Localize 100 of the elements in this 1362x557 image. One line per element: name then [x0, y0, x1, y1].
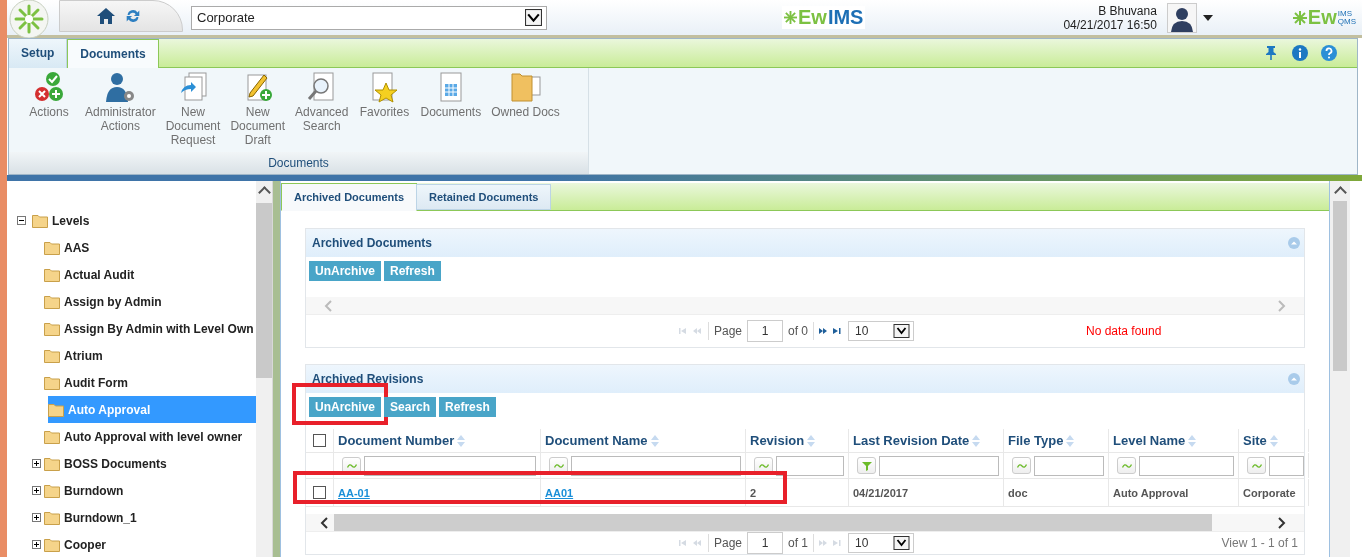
- ribbon-tab[interactable]: Setup: [9, 38, 68, 68]
- select-all-checkbox[interactable]: [313, 434, 326, 447]
- folder-document-icon: [509, 71, 542, 103]
- tree-item[interactable]: Levels: [52, 210, 90, 231]
- expand-icon[interactable]: [32, 540, 41, 549]
- scroll-left-icon[interactable]: [320, 516, 328, 529]
- filter-input[interactable]: [776, 455, 844, 476]
- column-header[interactable]: Document Name: [545, 433, 648, 448]
- filter-option-button[interactable]: [1012, 457, 1031, 474]
- content-tab[interactable]: Retained Documents: [416, 184, 552, 210]
- horizontal-scrollbar[interactable]: [306, 514, 1304, 531]
- table-cell: Auto Approval: [1113, 486, 1189, 499]
- sunburst-logo-icon[interactable]: [9, 0, 49, 39]
- row-checkbox[interactable]: [313, 486, 326, 499]
- table-cell: 04/21/2017: [853, 486, 909, 499]
- date-time: 04/21/2017 16:50: [1063, 17, 1157, 32]
- pane-splitter[interactable]: [273, 181, 280, 557]
- tree-item[interactable]: Assign By Admin with Level Own: [64, 318, 254, 339]
- sort-icon[interactable]: [807, 434, 816, 447]
- tree-item[interactable]: AAS: [64, 237, 90, 258]
- tree-item[interactable]: Auto Approval with level owner: [64, 426, 243, 447]
- folder-icon: [44, 240, 60, 255]
- avatar-silhouette-icon[interactable]: [1166, 2, 1197, 33]
- filter-option-button[interactable]: [1247, 457, 1266, 474]
- sort-icon[interactable]: [457, 434, 466, 447]
- document-link[interactable]: AA01: [545, 486, 574, 499]
- ribbon-button[interactable]: New Document Draft: [226, 71, 290, 152]
- table-cell: 2: [750, 486, 757, 499]
- expand-icon[interactable]: [32, 459, 41, 468]
- tree-item[interactable]: Burndown_1: [64, 507, 137, 528]
- vertical-scrollbar[interactable]: [1330, 181, 1350, 557]
- filter-option-button[interactable]: [857, 457, 876, 474]
- expand-icon[interactable]: [32, 513, 41, 522]
- content-tab[interactable]: Archived Documents: [281, 183, 418, 211]
- folder-icon: [44, 483, 60, 498]
- tilde-icon: [758, 462, 769, 469]
- ribbon-group-label: Documents: [9, 152, 588, 174]
- tree-item[interactable]: Atrium: [64, 345, 103, 366]
- first-page-icon[interactable]: [679, 538, 703, 548]
- ribbon-button[interactable]: Favorites: [354, 71, 415, 152]
- pin-icon[interactable]: [1263, 45, 1279, 61]
- folder-icon: [32, 213, 48, 228]
- collapse-panel-icon[interactable]: [1288, 237, 1300, 249]
- column-header[interactable]: Level Name: [1113, 433, 1186, 448]
- vertical-scrollbar[interactable]: [256, 181, 272, 557]
- pager-message: No data found: [1086, 324, 1162, 338]
- column-header[interactable]: Last Revision Date: [853, 433, 970, 448]
- ribbon-button[interactable]: Documents: [416, 71, 486, 152]
- ribbon-button[interactable]: Advanced Search: [291, 71, 353, 152]
- info-icon[interactable]: [1292, 45, 1308, 61]
- home-icon[interactable]: [96, 5, 116, 26]
- filter-input[interactable]: [879, 455, 999, 476]
- column-header[interactable]: Document Number: [338, 433, 455, 448]
- person-gear-icon: [104, 71, 137, 103]
- filter-input[interactable]: [1139, 455, 1234, 476]
- filter-input[interactable]: [1034, 455, 1104, 476]
- folder-icon: [44, 456, 60, 471]
- page-size-select[interactable]: 10: [848, 533, 915, 553]
- page-number-input[interactable]: 1: [747, 532, 784, 554]
- scroll-right-icon[interactable]: [1278, 516, 1286, 529]
- tilde-icon: [553, 462, 564, 469]
- tilde-icon: [1016, 462, 1027, 469]
- sort-icon[interactable]: [972, 434, 981, 447]
- column-header[interactable]: Site: [1243, 433, 1267, 448]
- panel-title: Archived Revisions: [312, 372, 424, 386]
- first-page-icon[interactable]: [679, 326, 703, 336]
- sort-icon[interactable]: [1066, 434, 1075, 447]
- tilde-icon: [1121, 462, 1132, 469]
- page-number-input[interactable]: 1: [747, 320, 784, 342]
- column-header[interactable]: File Type: [1008, 433, 1064, 448]
- sort-icon[interactable]: [650, 434, 659, 447]
- ribbon-button[interactable]: Administrator Actions: [81, 71, 160, 152]
- tree-item[interactable]: BOSS Documents: [64, 453, 167, 474]
- caret-icon[interactable]: [1202, 14, 1213, 21]
- expand-icon[interactable]: [32, 486, 41, 495]
- collapse-panel-icon[interactable]: [1288, 373, 1300, 385]
- document-link[interactable]: AA-01: [338, 486, 370, 499]
- tree-item[interactable]: Audit Form: [64, 372, 128, 393]
- check-cross-plus-icon: [33, 71, 65, 103]
- tree-item[interactable]: Actual Audit: [64, 264, 135, 285]
- next-page-icon[interactable]: [819, 326, 844, 336]
- folder-icon: [44, 375, 60, 390]
- ribbon-tab[interactable]: Documents: [67, 38, 159, 69]
- column-header[interactable]: Revision: [750, 433, 805, 448]
- funnel-icon: [861, 460, 872, 471]
- tree-item[interactable]: Cooper: [64, 534, 106, 555]
- tree-item[interactable]: Assign by Admin: [64, 291, 162, 312]
- page-size-select[interactable]: 10: [848, 321, 915, 341]
- sort-icon[interactable]: [1188, 434, 1197, 447]
- help-icon[interactable]: [1321, 45, 1337, 61]
- collapse-icon[interactable]: [17, 216, 26, 225]
- filter-input[interactable]: [1269, 455, 1304, 476]
- user-name: B Bhuvana: [1098, 3, 1157, 18]
- ribbon-button[interactable]: New Document Request: [161, 71, 225, 152]
- filter-option-button[interactable]: [1117, 457, 1136, 474]
- tree-item[interactable]: Burndown: [64, 480, 124, 501]
- sort-icon[interactable]: [1269, 434, 1278, 447]
- ribbon-button[interactable]: Owned Docs: [487, 71, 564, 152]
- organization-select[interactable]: Corporate: [191, 5, 547, 30]
- ribbon-button[interactable]: Actions: [19, 71, 79, 152]
